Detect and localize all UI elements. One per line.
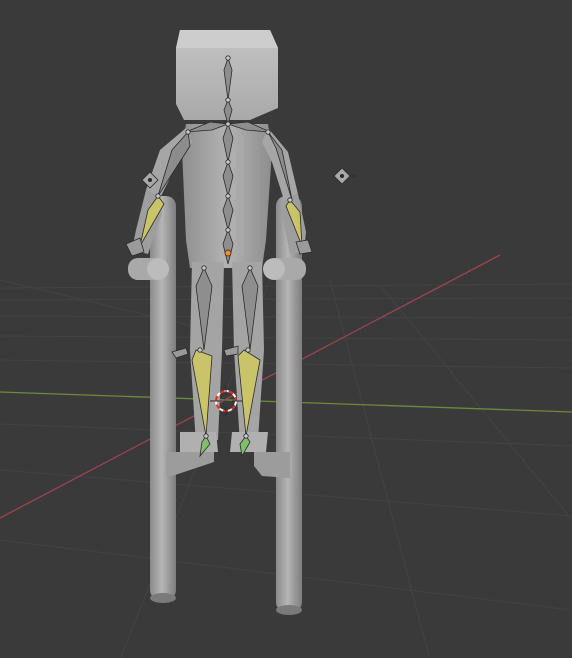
- right-foot-plate: [254, 452, 290, 478]
- 3d-viewport[interactable]: [0, 0, 572, 658]
- left-foot[interactable]: [180, 432, 218, 452]
- right-stilt-cap: [276, 605, 302, 615]
- left-handle-knob: [147, 258, 169, 280]
- left-stilt-cap: [150, 593, 176, 603]
- light-object[interactable]: [333, 167, 356, 185]
- left-stilt-pole[interactable]: [150, 196, 176, 600]
- object-origin-dot: [224, 249, 232, 257]
- right-handle-knob: [263, 258, 285, 280]
- head-top-face: [176, 30, 278, 48]
- viewport-canvas[interactable]: [0, 0, 572, 658]
- left-foot-plate: [166, 452, 214, 476]
